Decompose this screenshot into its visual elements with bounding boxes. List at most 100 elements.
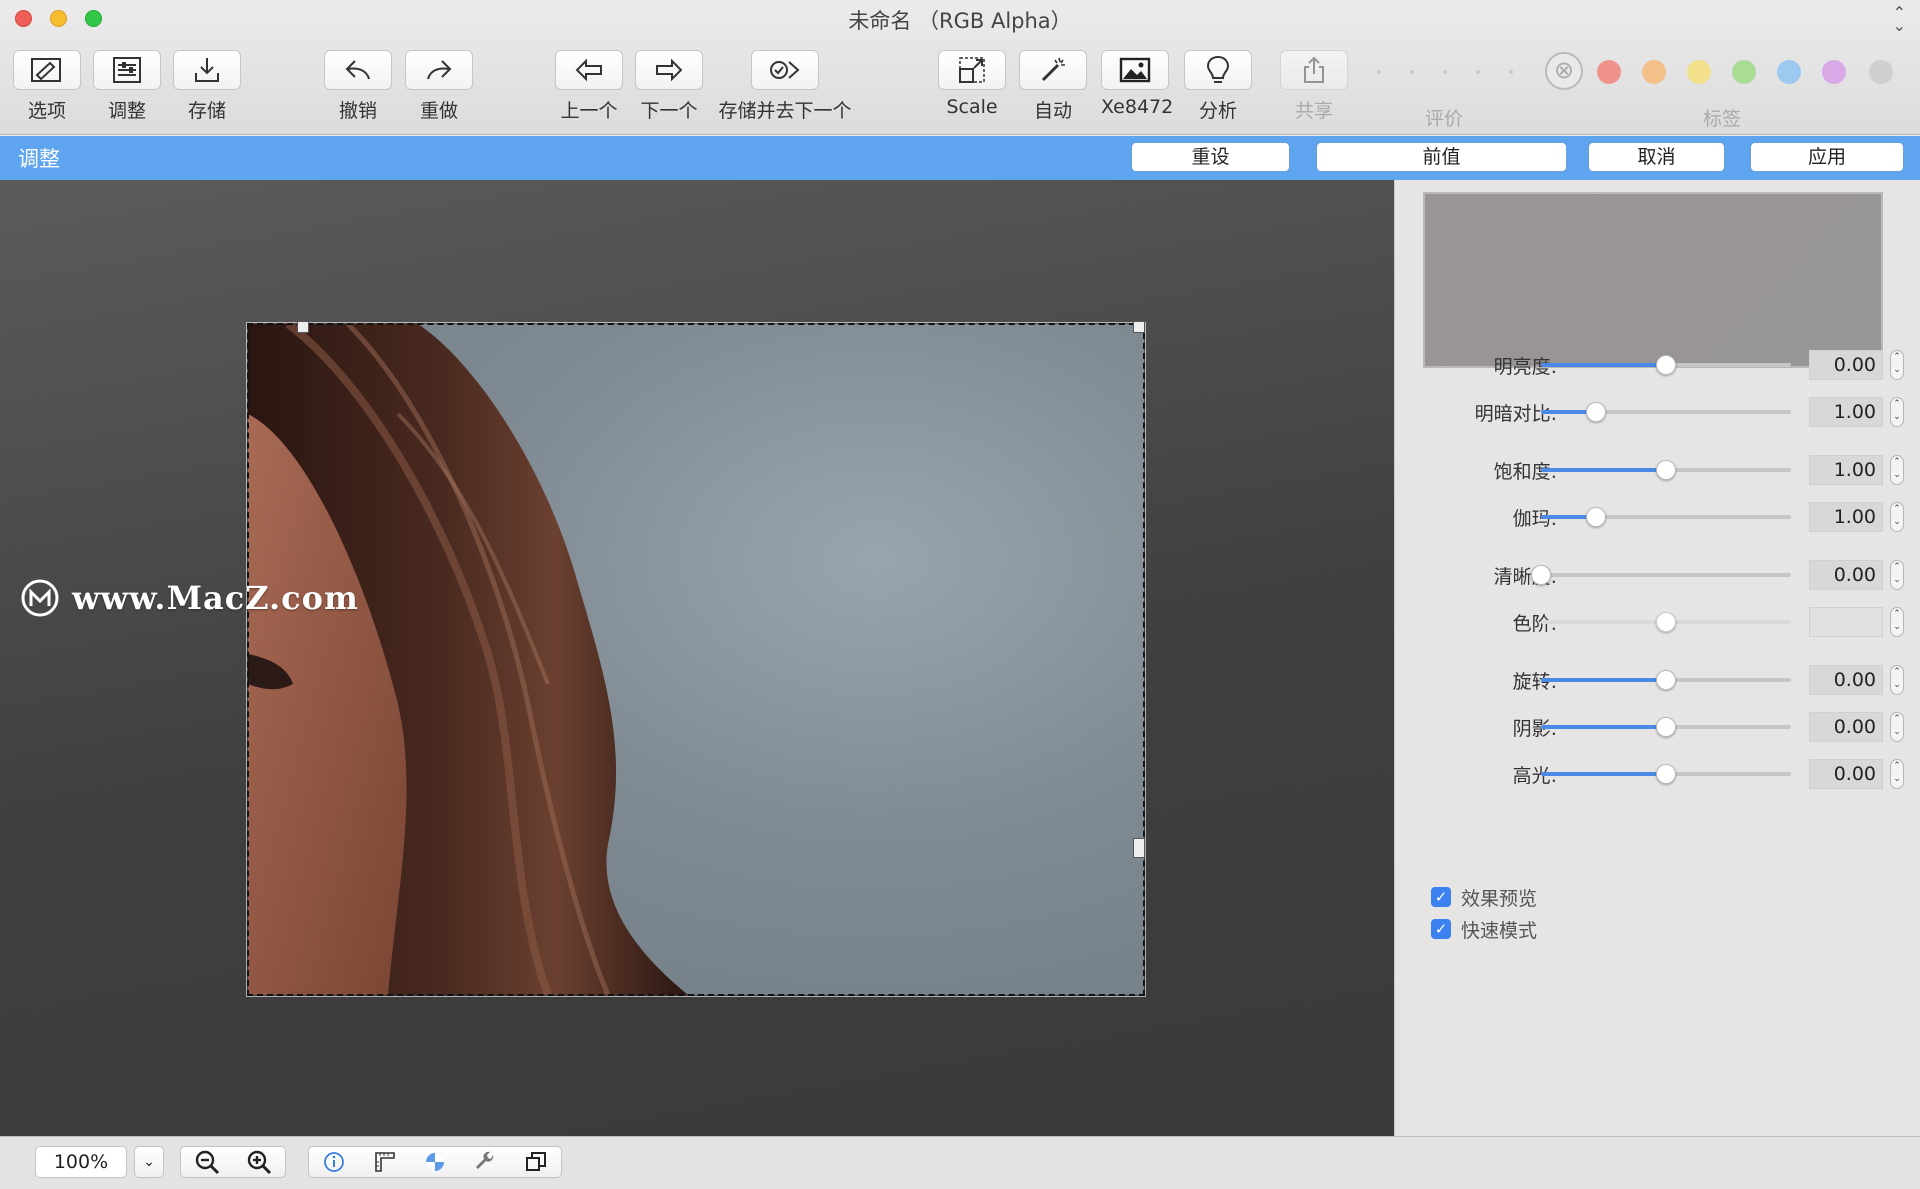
adjustment-slider[interactable] — [1541, 764, 1791, 784]
save-next-icon — [770, 61, 800, 79]
toolbar-previous-button[interactable]: 上一个 — [555, 50, 623, 123]
adjustment-value-field[interactable] — [1809, 607, 1883, 637]
selection-handle[interactable] — [1133, 321, 1145, 333]
toolbar-options-button[interactable]: 选项 — [13, 50, 81, 123]
rating-dot[interactable] — [1509, 70, 1513, 74]
toolbar-scale-button[interactable]: Scale — [938, 50, 1006, 118]
rating-dot[interactable] — [1410, 70, 1414, 74]
adjustment-value-field[interactable]: 1.00 — [1809, 502, 1883, 532]
value-stepper[interactable]: ⌃ ⌄ — [1890, 350, 1904, 380]
toolbar-redo-button[interactable]: 重做 — [405, 50, 473, 123]
tag-red[interactable] — [1597, 60, 1621, 84]
adjustment-value-field[interactable]: 0.00 — [1809, 560, 1883, 590]
value-stepper[interactable]: ⌃ ⌄ — [1890, 397, 1904, 427]
toolbar-share-button[interactable]: 共享 — [1280, 50, 1348, 123]
value-stepper[interactable]: ⌃ ⌄ — [1890, 712, 1904, 742]
arrow-left-icon — [575, 58, 602, 82]
tag-yellow[interactable] — [1687, 60, 1711, 84]
toolbar-label: Xe8472 — [1101, 96, 1174, 118]
save-download-icon — [195, 58, 219, 82]
rating-dot[interactable] — [1443, 70, 1447, 74]
tag-gray[interactable] — [1869, 60, 1893, 84]
toolbar-analyze-button[interactable]: 分析 — [1184, 50, 1252, 123]
clear-tag-icon[interactable]: ⊗ — [1545, 52, 1583, 90]
rating-dot[interactable] — [1377, 70, 1381, 74]
adjustment-slider[interactable] — [1531, 565, 1791, 585]
adjustment-slider[interactable] — [1541, 402, 1791, 422]
slider-knob[interactable] — [1586, 507, 1606, 527]
toolbar-next-button[interactable]: 下一个 — [635, 50, 703, 123]
adjustment-value-field[interactable]: 0.00 — [1809, 350, 1883, 380]
redo-icon — [427, 60, 452, 80]
toolbar-save-next-button[interactable]: 存储并去下一个 — [712, 50, 858, 123]
slider-knob[interactable] — [1656, 355, 1676, 375]
tag-orange[interactable] — [1642, 60, 1666, 84]
slider-knob[interactable] — [1656, 612, 1676, 632]
selection-handle[interactable] — [1133, 838, 1145, 858]
value-stepper[interactable]: ⌃ ⌄ — [1890, 759, 1904, 789]
slider-knob[interactable] — [1656, 460, 1676, 480]
watermark-text: www.MacZ.com — [72, 579, 359, 617]
zoom-in-icon[interactable] — [246, 1149, 272, 1175]
ruler-icon[interactable] — [373, 1150, 397, 1174]
toolbar-label: 调整 — [107, 100, 146, 122]
duplicate-window-icon[interactable] — [524, 1150, 548, 1174]
adjustment-slider[interactable] — [1541, 460, 1791, 480]
toolbar-undo-button[interactable]: 撤销 — [324, 50, 392, 123]
toolbar-image-button[interactable]: Xe8472 — [1101, 50, 1174, 118]
rating-dot[interactable] — [1476, 70, 1480, 74]
value-stepper[interactable]: ⌃ ⌄ — [1890, 607, 1904, 637]
adjustment-value-field[interactable]: 0.00 — [1809, 759, 1883, 789]
adjustment-value-field[interactable]: 1.00 — [1809, 455, 1883, 485]
fast-mode-checkbox[interactable]: ✓ — [1431, 919, 1451, 939]
adjustment-value-field[interactable]: 1.00 — [1809, 397, 1883, 427]
zoom-level-field[interactable]: 100% — [35, 1146, 127, 1178]
adjustment-slider[interactable] — [1541, 670, 1791, 690]
color-wheel-icon[interactable] — [423, 1150, 447, 1174]
info-icon[interactable] — [322, 1150, 346, 1174]
magic-wand-icon — [1041, 57, 1065, 82]
zoom-out-icon[interactable] — [194, 1149, 220, 1175]
apply-button[interactable]: 应用 — [1750, 142, 1904, 172]
zoom-menu-button[interactable]: ⌄ — [134, 1146, 164, 1178]
slider-fill — [1541, 725, 1666, 729]
slider-knob[interactable] — [1656, 764, 1676, 784]
wrench-icon[interactable] — [473, 1150, 497, 1174]
adjustment-slider[interactable] — [1541, 355, 1791, 375]
toolbar-adjust-button[interactable]: 调整 — [93, 50, 161, 123]
cancel-button[interactable]: 取消 — [1588, 142, 1725, 172]
value-stepper[interactable]: ⌃ ⌄ — [1890, 502, 1904, 532]
selection-handle[interactable] — [297, 321, 309, 333]
toolbar-auto-button[interactable]: 自动 — [1019, 50, 1087, 123]
toolbar-label: 下一个 — [640, 100, 698, 122]
previous-values-button[interactable]: 前值 — [1316, 142, 1567, 172]
toolbar-label: 存储并去下一个 — [718, 100, 852, 122]
toolbar-label: 重做 — [419, 100, 458, 122]
adjustment-slider[interactable] — [1541, 612, 1791, 632]
value-stepper[interactable]: ⌃ ⌄ — [1890, 455, 1904, 485]
adjustment-slider[interactable] — [1541, 507, 1791, 527]
title-stepper-icon[interactable]: ⌃ ⌄ — [1893, 5, 1906, 34]
value-stepper[interactable]: ⌃ ⌄ — [1890, 665, 1904, 695]
tag-purple[interactable] — [1822, 60, 1846, 84]
slider-knob[interactable] — [1656, 670, 1676, 690]
slider-knob[interactable] — [1531, 565, 1551, 585]
toolbar-save-button[interactable]: 存储 — [173, 50, 241, 123]
adjustment-value-field[interactable]: 0.00 — [1809, 665, 1883, 695]
preview-effect-checkbox[interactable]: ✓ — [1431, 887, 1451, 907]
reset-button[interactable]: 重设 — [1131, 142, 1290, 172]
tag-blue[interactable] — [1777, 60, 1801, 84]
tag-green[interactable] — [1732, 60, 1756, 84]
macz-logo-icon — [21, 579, 59, 617]
slider-knob[interactable] — [1656, 717, 1676, 737]
slider-knob[interactable] — [1586, 402, 1606, 422]
adjustment-value-field[interactable]: 0.00 — [1809, 712, 1883, 742]
adjustment-slider[interactable] — [1541, 717, 1791, 737]
crop-selection[interactable] — [246, 322, 1146, 997]
toolbar-label: 撤销 — [338, 100, 377, 122]
arrow-right-icon — [656, 58, 683, 82]
inspector-controls — [308, 1146, 562, 1178]
options-icon — [31, 58, 61, 82]
value-stepper[interactable]: ⌃ ⌄ — [1890, 560, 1904, 590]
toolbar-label: 自动 — [1033, 100, 1072, 122]
